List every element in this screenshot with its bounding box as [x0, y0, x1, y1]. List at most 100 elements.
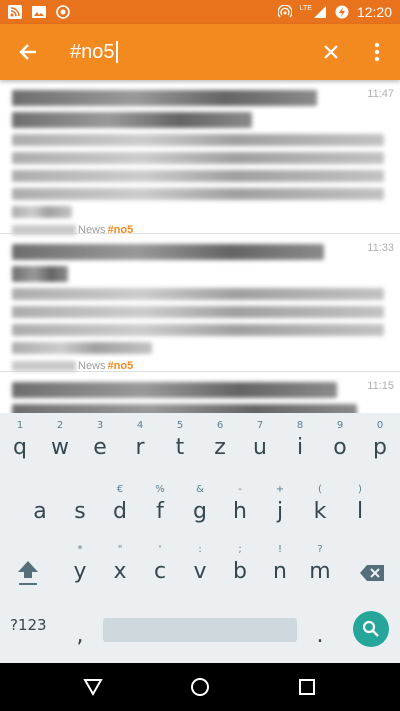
key-e[interactable]: 3e	[80, 413, 120, 473]
key-label: n	[273, 558, 287, 584]
keyboard-row-2: a s € d% f & g - h + j(k) l	[0, 477, 400, 537]
key-c[interactable]: ' c	[140, 537, 180, 597]
key-label: j	[276, 498, 284, 524]
key-hint: (	[318, 484, 322, 495]
system-nav-bar	[0, 663, 400, 711]
key-hint: 9	[336, 420, 344, 431]
image-icon	[32, 6, 46, 18]
battery-saver-icon	[335, 5, 349, 19]
key-label: f	[156, 498, 164, 524]
nav-recents-button[interactable]	[283, 663, 331, 711]
key-hint: €	[116, 484, 124, 495]
item-source-blurred	[12, 361, 76, 371]
key-hint: 3	[96, 420, 104, 431]
key-hint: ?	[317, 544, 323, 555]
nav-back-icon	[83, 679, 104, 697]
comma-key[interactable]: ,	[60, 601, 100, 661]
record-icon	[56, 5, 70, 19]
key-j[interactable]: + j	[260, 477, 300, 537]
key-v[interactable]: :v	[180, 537, 220, 597]
key-hint: 7	[256, 420, 264, 431]
key-label: k	[313, 498, 327, 524]
key-t[interactable]: 5t	[160, 413, 200, 473]
key-hint: :	[198, 544, 202, 555]
key-label: l	[356, 498, 364, 524]
key-label: u	[253, 434, 267, 460]
keyboard-search-button[interactable]	[353, 611, 389, 647]
backspace-key[interactable]	[352, 543, 392, 603]
more-vert-icon	[374, 42, 380, 62]
key-hint: '	[158, 544, 162, 555]
key-label: h	[233, 498, 247, 524]
key-b[interactable]: ; b	[220, 537, 260, 597]
nav-home-icon	[190, 678, 209, 696]
key-a[interactable]: a	[20, 477, 60, 537]
clock: 12:20	[356, 4, 392, 20]
key-x[interactable]: " x	[100, 537, 140, 597]
back-button[interactable]	[0, 24, 56, 80]
key-i[interactable]: 8i	[280, 413, 320, 473]
item-snippet-blurred	[12, 134, 384, 146]
signal-icon	[313, 6, 326, 18]
period-key[interactable]: .	[300, 601, 340, 661]
key-label: w	[51, 434, 69, 460]
key-p[interactable]: 0p	[360, 413, 400, 473]
key-s[interactable]: s	[60, 477, 100, 537]
key-r[interactable]: 4r	[120, 413, 160, 473]
nav-back-button[interactable]	[69, 663, 117, 711]
shift-key[interactable]	[8, 543, 48, 603]
item-title-blurred	[12, 90, 317, 106]
key-o[interactable]: 9o	[320, 413, 360, 473]
item-time: 11:33	[367, 242, 394, 254]
key-u[interactable]: 7u	[240, 413, 280, 473]
nav-recents-icon	[298, 679, 315, 695]
key-f[interactable]: % f	[140, 477, 180, 537]
key-hint: 5	[176, 420, 184, 431]
key-m[interactable]: ? m	[300, 537, 340, 597]
list-item[interactable]: 11:15	[0, 372, 400, 413]
key-h[interactable]: -h	[220, 477, 260, 537]
status-bar: LTE 12:20	[0, 0, 400, 24]
key-hint: 8	[296, 420, 304, 431]
search-input[interactable]: #no5	[70, 41, 308, 64]
search-icon	[362, 620, 379, 637]
key-label: e	[93, 434, 107, 460]
key-label: m	[309, 558, 331, 584]
key-hint: 4	[136, 420, 144, 431]
key-hint: 6	[216, 420, 224, 431]
key-label: a	[33, 498, 47, 524]
key-hint: +	[275, 484, 285, 495]
key-l[interactable]: ) l	[340, 477, 380, 537]
key-w[interactable]: 2w	[40, 413, 80, 473]
key-g[interactable]: & g	[180, 477, 220, 537]
item-time: 11:47	[367, 88, 394, 100]
list-item[interactable]: 11:47 News #no5	[0, 80, 400, 236]
key-y[interactable]: * y	[60, 537, 100, 597]
soft-keyboard: 1q2w3e4r5t6z7u8i9o0p a s € d% f & g - h + j(k) l * y…	[0, 413, 400, 663]
key-label: i	[296, 434, 304, 460]
item-tag[interactable]: #no5	[108, 360, 134, 372]
clear-button[interactable]	[308, 24, 354, 80]
shift-icon	[18, 561, 38, 585]
key-label: c	[153, 558, 167, 584]
network-type: LTE	[299, 5, 312, 12]
key-z[interactable]: 6z	[200, 413, 240, 473]
key-hint: "	[117, 544, 123, 555]
text-cursor	[115, 41, 118, 63]
overflow-menu-button[interactable]	[354, 24, 400, 80]
symbols-key[interactable]: ?123	[10, 616, 47, 634]
key-label: z	[214, 434, 226, 460]
rss-icon	[8, 5, 22, 19]
key-n[interactable]: ! n	[260, 537, 300, 597]
space-bar[interactable]	[103, 618, 297, 642]
nav-home-button[interactable]	[176, 663, 224, 711]
key-hint: !	[277, 544, 282, 555]
list-item[interactable]: 11:33 News #no5	[0, 234, 400, 372]
item-meta: News #no5	[12, 360, 388, 372]
key-q[interactable]: 1q	[0, 413, 40, 473]
key-hint: )	[358, 484, 362, 495]
key-label: v	[193, 558, 207, 584]
key-d[interactable]: € d	[100, 477, 140, 537]
key-hint: %	[155, 484, 165, 495]
key-k[interactable]: (k	[300, 477, 340, 537]
